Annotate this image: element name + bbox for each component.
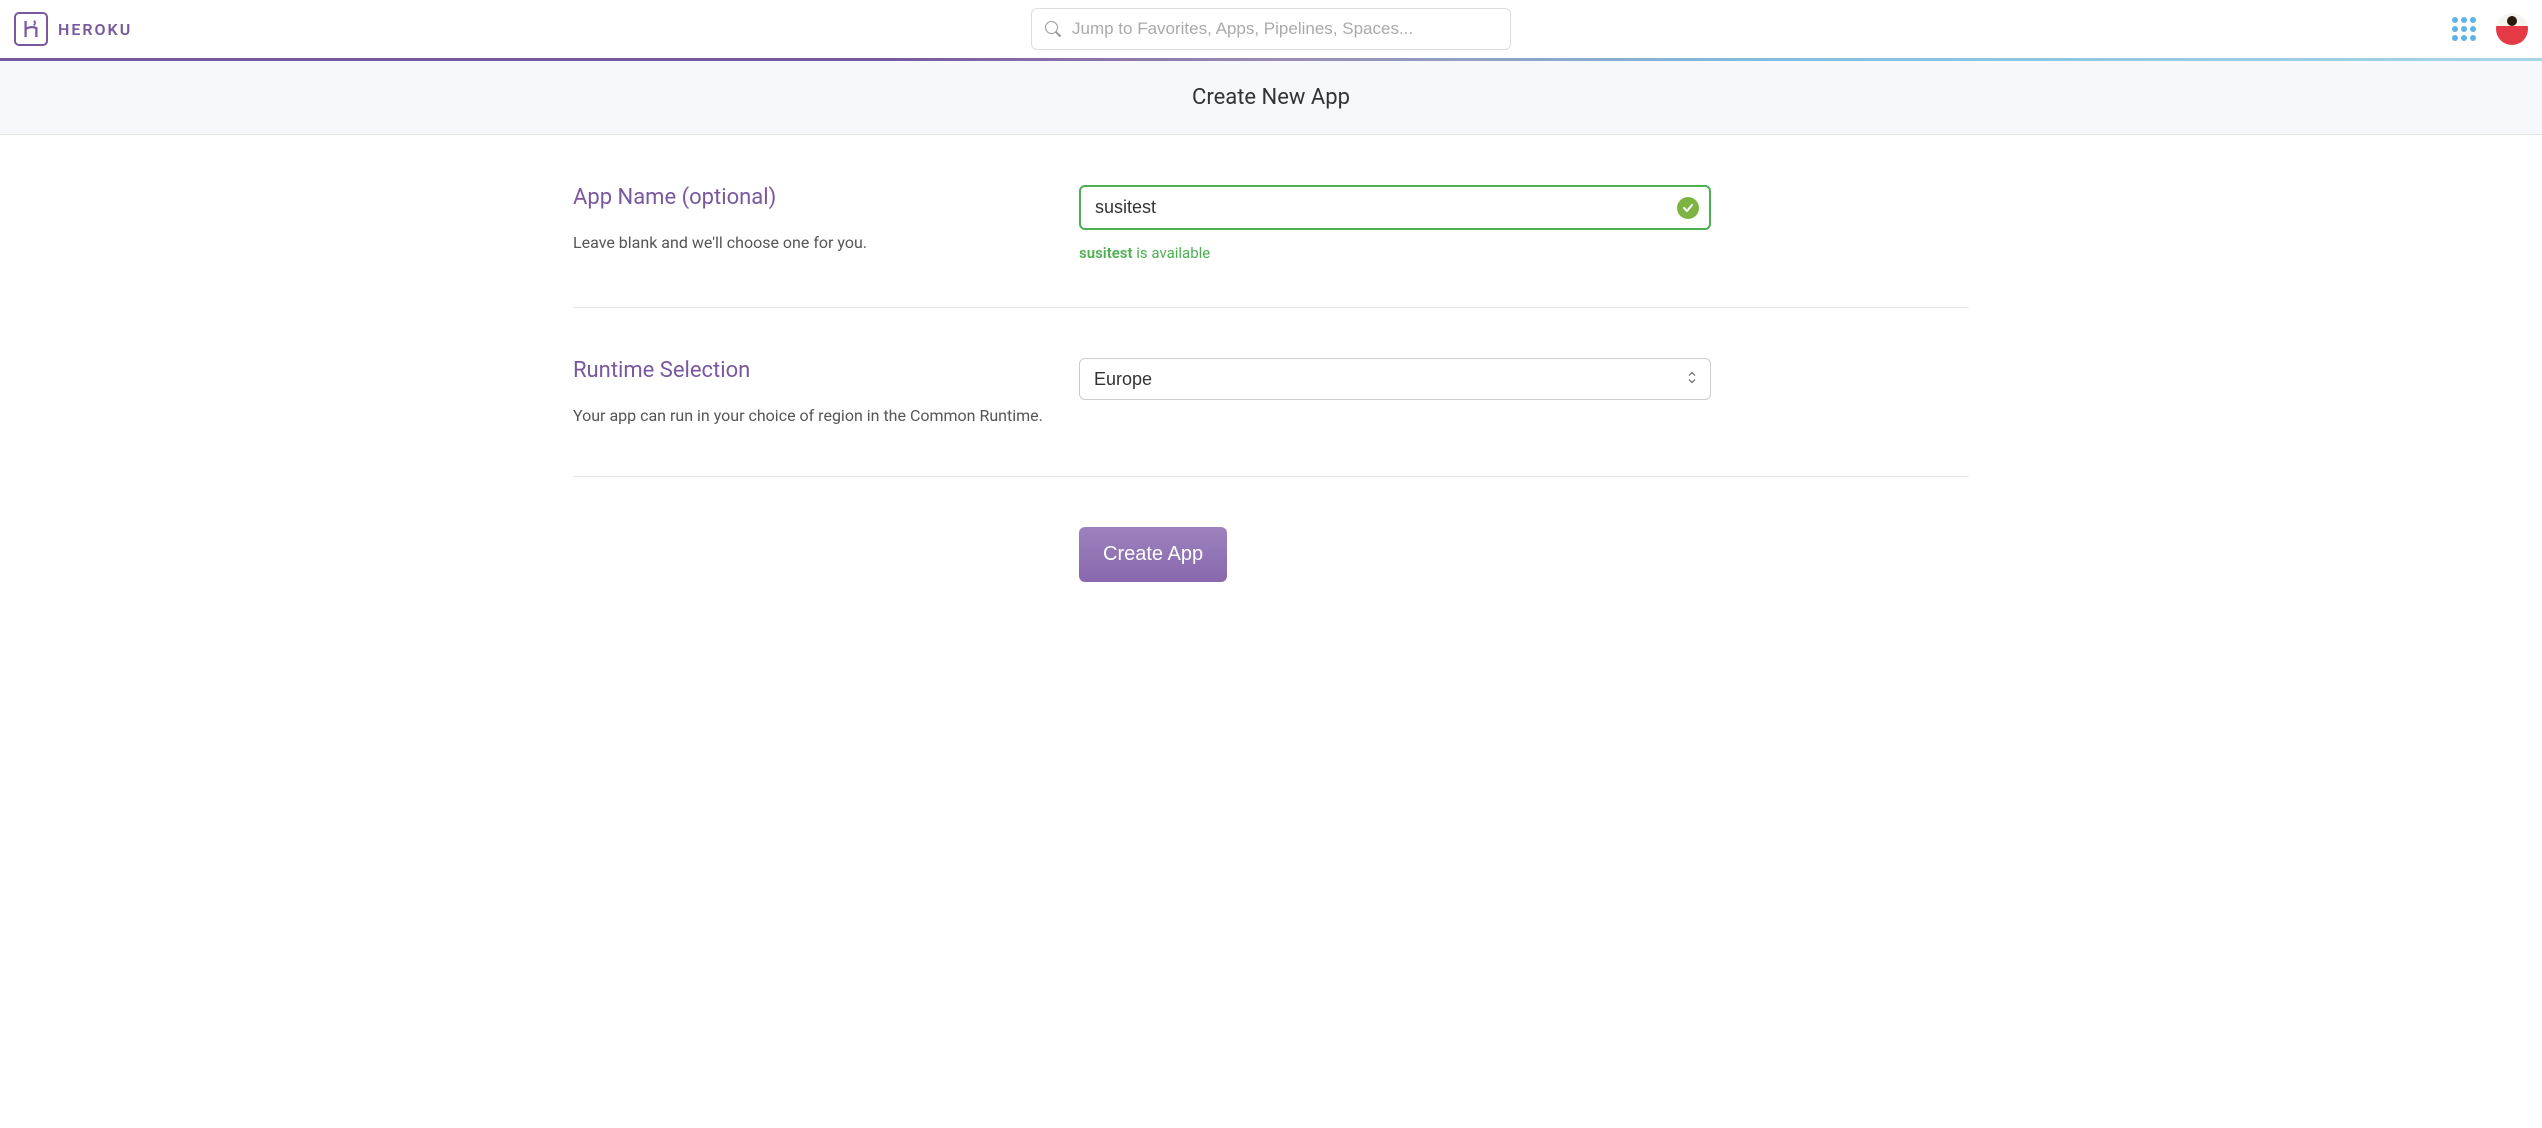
page-header: Create New App <box>0 61 2542 135</box>
create-app-button[interactable]: Create App <box>1079 527 1227 582</box>
brand-name: HEROKU <box>58 20 132 39</box>
search-input[interactable] <box>1031 8 1511 50</box>
user-avatar[interactable] <box>2496 13 2528 45</box>
logo-section[interactable]: HEROKU <box>14 12 132 46</box>
search-icon <box>1045 21 1061 37</box>
runtime-label: Runtime Selection <box>573 358 1079 383</box>
runtime-description: Your app can run in your choice of regio… <box>573 401 1079 431</box>
app-name-label: App Name (optional) <box>573 185 1079 210</box>
runtime-section: Runtime Selection Your app can run in yo… <box>573 308 1969 477</box>
valid-check-icon <box>1677 197 1699 219</box>
app-name-input[interactable] <box>1079 185 1711 230</box>
main-content: App Name (optional) Leave blank and we'l… <box>531 135 2011 627</box>
search-container <box>1031 8 1511 50</box>
availability-message: susitest is available <box>1079 244 1711 262</box>
nav-right-section <box>2452 13 2528 45</box>
heroku-logo-icon <box>14 12 48 46</box>
app-name-section: App Name (optional) Leave blank and we'l… <box>573 135 1969 308</box>
apps-grid-icon[interactable] <box>2452 17 2476 41</box>
app-name-description: Leave blank and we'll choose one for you… <box>573 228 1079 258</box>
availability-name: susitest <box>1079 244 1133 262</box>
availability-suffix: is available <box>1133 244 1211 262</box>
page-title: Create New App <box>0 85 2542 110</box>
submit-section: Create App <box>573 477 1969 627</box>
runtime-select[interactable]: Europe <box>1079 358 1711 400</box>
top-navigation: HEROKU <box>0 0 2542 58</box>
